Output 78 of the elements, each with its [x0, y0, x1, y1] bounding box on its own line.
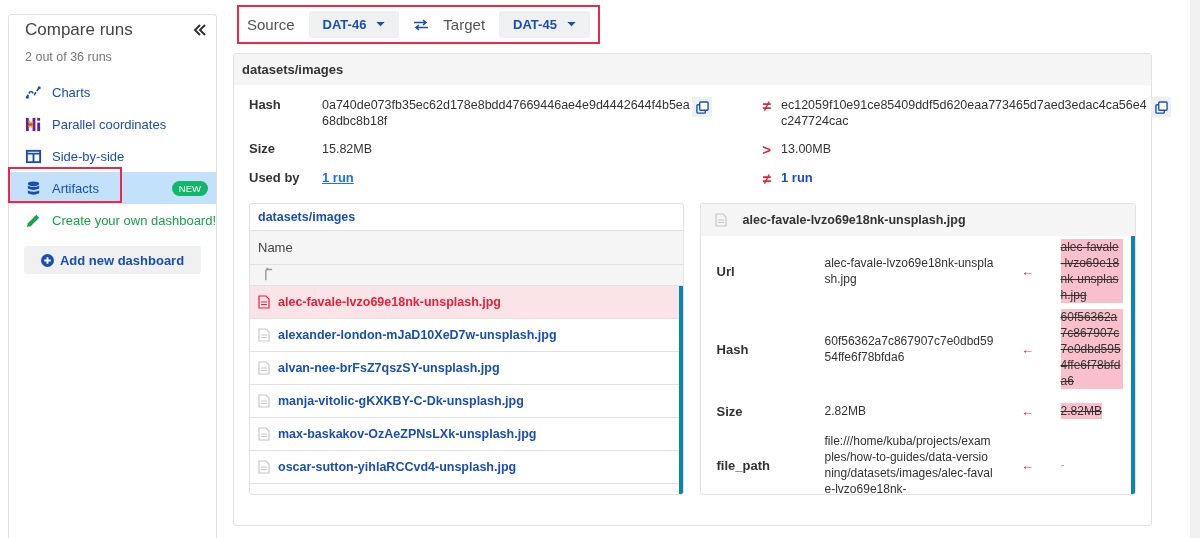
- caret-icon: [566, 22, 576, 27]
- comparison-symbol: ≠: [761, 170, 772, 187]
- file-row[interactable]: alec-favale-lvzo69e18nk-unsplash.jpg: [250, 286, 679, 319]
- field-label: Hash: [249, 97, 282, 112]
- copy-button[interactable]: [1151, 97, 1171, 117]
- file-name: alvan-nee-brFsZ7qszSY-unsplash.jpg: [278, 361, 500, 375]
- sidebar-item[interactable]: Charts: [9, 76, 216, 108]
- file-name: alexander-london-mJaD10XeD7w-unsplash.jpg: [278, 328, 557, 342]
- arrow-symbol: ←: [1020, 263, 1036, 279]
- comparison-symbol: ≠: [761, 97, 772, 114]
- plus-icon: [40, 253, 54, 267]
- field-label: Size: [716, 403, 744, 419]
- sidebar-item-label: Side-by-side: [52, 148, 126, 164]
- file-row[interactable]: manja-vitolic-gKXKBY-C-Dk-unsplash.jpg: [250, 385, 679, 418]
- sidebar-item-label: Parallel coordinates: [52, 116, 168, 132]
- source-value: 60f56362a7c867907c7e0dbd5954ffe6f78bfda6: [824, 333, 995, 365]
- source-value: file:///home/kuba/projects/examples/how-to-guides/data-versioning/datasets/images/alec-favale-lvzo69e18nk-: [824, 433, 994, 494]
- target-value: 13.00MB: [781, 141, 833, 157]
- artifact-title: datasets/images: [234, 54, 1151, 85]
- source-value: 2.82MB: [824, 403, 867, 419]
- file-row[interactable]: alvan-nee-brFsZ7qszSY-unsplash.jpg: [250, 352, 679, 385]
- file-title: alec-favale-lvzo69e18nk-unsplash.jpg: [742, 213, 966, 227]
- target-value: 2.82MB: [1060, 403, 1102, 419]
- file-name: oscar-sutton-yihlaRCCvd4-unsplash.jpg: [278, 460, 517, 474]
- source-value: 15.82MB: [322, 141, 374, 157]
- file-icon: [258, 295, 270, 309]
- field-label: Url: [716, 263, 736, 279]
- caret-icon: [376, 22, 386, 27]
- sidebar-item[interactable]: Side-by-side: [9, 140, 216, 172]
- file-icon: [258, 460, 270, 474]
- sidebar-item-label: Charts: [52, 84, 92, 100]
- file-name: alec-favale-lvzo69e18nk-unsplash.jpg: [278, 295, 501, 309]
- file-icon: [258, 394, 270, 408]
- database-icon: [25, 179, 42, 197]
- copy-button[interactable]: [692, 97, 712, 117]
- target-value: alec-favale-lvzo69e18nk-unsplash.jpg: [1060, 239, 1123, 303]
- column-header: Name: [250, 231, 683, 265]
- file-icon: [258, 361, 270, 375]
- file-name: manja-vitolic-gKXKBY-C-Dk-unsplash.jpg: [278, 394, 524, 408]
- runs-link[interactable]: 1 run: [781, 170, 813, 185]
- arrow-symbol: ←: [1020, 457, 1036, 473]
- comparison-symbol: >: [761, 141, 772, 158]
- field-label: Hash: [716, 341, 750, 357]
- sidebar-item[interactable]: Parallel coordinates: [9, 108, 216, 140]
- file-row[interactable]: alexander-london-mJaD10XeD7w-unsplash.jpg: [250, 319, 679, 352]
- source-value: 0a740de073fb35ec62d178e8bdd47669446ae4e9d4442644f4b5ea68dbc8b18f: [322, 97, 691, 129]
- parallel-coordinates-icon: [25, 115, 42, 133]
- parent-folder-icon[interactable]: [264, 267, 273, 281]
- file-name: max-baskakov-OzAeZPNsLXk-unsplash.jpg: [278, 427, 537, 441]
- file-icon: [258, 328, 270, 342]
- source-dropdown[interactable]: DAT-46: [308, 11, 400, 38]
- document-icon: [714, 213, 727, 227]
- collapse-button[interactable]: [192, 22, 208, 38]
- runs-count: 2 out of 36 runs: [24, 49, 113, 66]
- file-row[interactable]: max-baskakov-OzAeZPNsLXk-unsplash.jpg: [250, 418, 679, 451]
- file-row[interactable]: oscar-sutton-yihlaRCCvd4-unsplash.jpg: [250, 451, 679, 484]
- sidebar-item-label: Create your own dashboard!: [52, 212, 217, 228]
- add-dashboard-button[interactable]: Add new dashboard: [24, 246, 201, 274]
- columns-icon: [25, 147, 42, 165]
- file-icon: [258, 427, 270, 441]
- sidebar-title: Compare runs: [25, 20, 133, 40]
- arrow-symbol: ←: [1020, 403, 1036, 419]
- field-label: Size: [249, 141, 276, 156]
- field-label: Used by: [249, 170, 301, 185]
- target-dropdown[interactable]: DAT-45: [499, 11, 590, 38]
- new-badge: NEW: [171, 180, 208, 196]
- source-value: alec-favale-lvzo69e18nk-unsplash.jpg: [824, 255, 995, 287]
- target-value: ec12059f10e91ce85409ddf5d620eaa773465d7aed3edac4ca56e4c247724cac: [781, 97, 1148, 129]
- arrow-symbol: ←: [1020, 341, 1036, 357]
- target-value: -: [1060, 457, 1065, 473]
- source-label: Source: [247, 16, 295, 33]
- field-label: file_path: [716, 457, 771, 473]
- swap-icon[interactable]: [413, 18, 430, 31]
- runs-link[interactable]: 1 run: [322, 170, 354, 185]
- target-value: 60f56362a7c867907c7e0dbd5954ffe6f78bfda6: [1060, 309, 1123, 389]
- target-label: Target: [443, 16, 486, 33]
- line-chart-icon: [25, 83, 42, 101]
- sidebar-item-label: Artifacts: [52, 180, 100, 196]
